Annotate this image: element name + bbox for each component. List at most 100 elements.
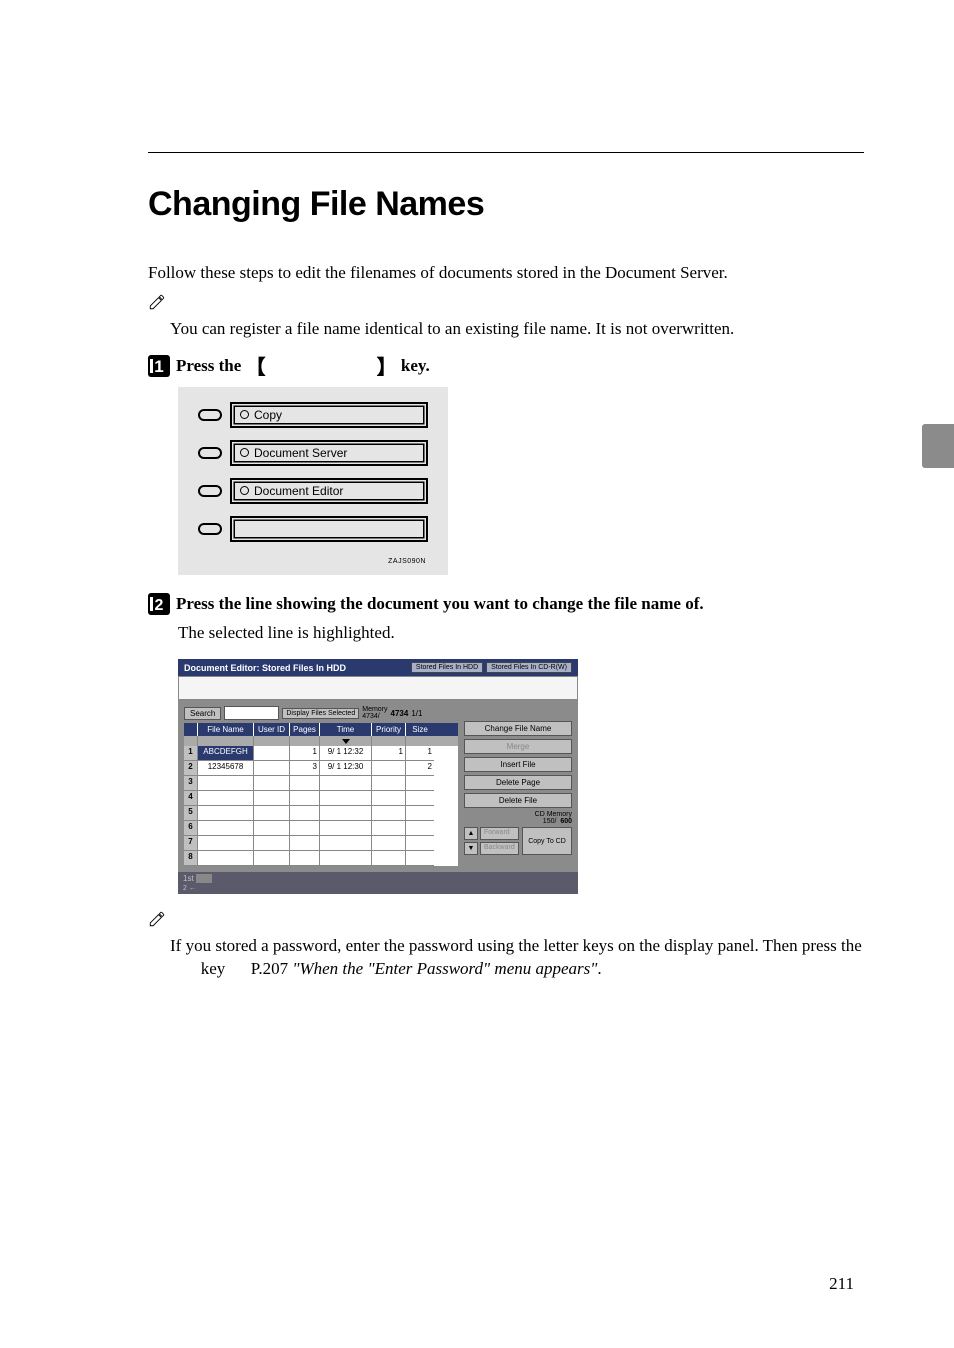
copy-button: Copy (230, 402, 428, 428)
display-selected-button[interactable]: Display Files Selected (282, 708, 359, 719)
intro-text: Follow these steps to edit the filenames… (148, 262, 864, 285)
screen-tabs: Stored Files In HDD Stored Files In CD-R… (411, 662, 572, 673)
empty-button (230, 516, 428, 542)
step-1-suffix: key. (397, 356, 430, 375)
screen-titlebar: Document Editor: Stored Files In HDD Sto… (178, 659, 578, 676)
screen-right-panel: Change File Name Merge Insert File Delet… (464, 706, 572, 866)
forward-button[interactable]: Forward (480, 827, 519, 840)
screen-blank-area (178, 676, 578, 700)
table-row[interactable]: 5 (184, 806, 458, 821)
down-arrow-icon[interactable]: ▼ (464, 842, 478, 855)
col-user-header: User ID (254, 723, 290, 736)
indicator-bar (196, 874, 212, 883)
step-2-subtext: The selected line is highlighted. (178, 623, 864, 643)
step-2-text: Press the line showing the document you … (176, 593, 704, 615)
screen-title: Document Editor: Stored Files In HDD (184, 663, 346, 673)
col-priority-header: Priority (372, 723, 406, 736)
bracket-open: 【 (246, 357, 266, 377)
pencil-icon (148, 293, 864, 316)
tab-cdrw[interactable]: Stored Files In CD-R(W) (486, 662, 572, 673)
screenshot-figure: Document Editor: Stored Files In HDD Sto… (178, 659, 578, 894)
bracket-close: 】 (377, 357, 397, 377)
search-input[interactable] (224, 706, 279, 720)
memory-label: Memory (362, 706, 387, 713)
ref-page: P.207 (251, 959, 293, 978)
circle-icon (240, 486, 249, 495)
indicator-text: 1st (183, 874, 194, 883)
document-editor-button: Document Editor (230, 478, 428, 504)
table-row[interactable]: 7 (184, 836, 458, 851)
note-text: You can register a file name identical t… (170, 318, 864, 341)
merge-button[interactable]: Merge (464, 739, 572, 754)
memory-total: 4734 (391, 709, 409, 718)
svg-text:2: 2 (155, 597, 164, 614)
delete-page-button[interactable]: Delete Page (464, 775, 572, 790)
note2-text: If you stored a password, enter the pass… (170, 935, 864, 981)
oval-button-icon (198, 409, 222, 421)
col-name-header: File Name (198, 723, 254, 736)
page-number: 211 (829, 1274, 854, 1294)
col-time-header: Time (320, 723, 372, 736)
step-2: 2 Press the line showing the document yo… (148, 593, 864, 615)
button-row-empty (198, 516, 428, 542)
insert-file-button[interactable]: Insert File (464, 757, 572, 772)
period: . (597, 959, 601, 978)
copy-to-cd-button[interactable]: Copy To CD (522, 827, 572, 855)
button-row-docserver: Document Server (198, 440, 428, 466)
screen-left-panel: Search Display Files Selected Memory 473… (184, 706, 458, 866)
cd-memory-total: 600 (560, 818, 572, 825)
doceditor-label: Document Editor (254, 484, 343, 498)
table-row[interactable]: 3 (184, 776, 458, 791)
button-panel-figure: Copy Document Server Document Editor ZAJ… (178, 387, 448, 575)
table-row[interactable]: 8 (184, 851, 458, 866)
note2-part2: key (196, 959, 229, 978)
memory-indicator: Memory 4734/ (362, 706, 387, 720)
memory-val: 4734/ (362, 713, 380, 720)
side-tab (922, 424, 954, 468)
note2-part1: If you stored a password, enter the pass… (170, 936, 862, 955)
table-header: File Name User ID Pages Time Priority Si… (184, 723, 458, 736)
search-row: Search Display Files Selected Memory 473… (184, 706, 458, 720)
search-button[interactable]: Search (184, 707, 221, 720)
change-file-name-button[interactable]: Change File Name (464, 721, 572, 736)
button-row-copy: Copy (198, 402, 428, 428)
step-number-2-icon: 2 (148, 593, 170, 615)
figure-code: ZAJS090N (198, 554, 428, 565)
circle-icon (240, 448, 249, 457)
col-size-header: Size (406, 723, 434, 736)
page-content: Changing File Names Follow these steps t… (0, 0, 954, 981)
bottom-indicator: 1st 2 ← (178, 872, 578, 894)
table-row[interactable]: 6 (184, 821, 458, 836)
step-number-1-icon: 1 (148, 355, 170, 377)
table-row[interactable]: 1ABCDEFGH19/ 1 12:3211 (184, 746, 458, 761)
col-pages-header: Pages (290, 723, 320, 736)
step-1: 1 Press the 【Document Editor】 key. (148, 355, 864, 377)
step-1-text: Press the 【Document Editor】 key. (176, 355, 430, 377)
tab-hdd[interactable]: Stored Files In HDD (411, 662, 483, 673)
delete-file-button[interactable]: Delete File (464, 793, 572, 808)
col-num-header (184, 723, 198, 736)
oval-button-icon (198, 485, 222, 497)
page-indicator: 1/1 (411, 709, 422, 718)
oval-button-icon (198, 523, 222, 535)
button-row-doceditor: Document Editor (198, 478, 428, 504)
step-1-prefix: Press the (176, 356, 246, 375)
up-arrow-icon[interactable]: ▲ (464, 827, 478, 840)
header-divider (148, 152, 864, 153)
table-row[interactable]: 21234567839/ 1 12:302 (184, 761, 458, 776)
cd-memory-val: 150/ (543, 818, 557, 825)
pencil-icon (148, 910, 864, 933)
nav-forward-row: ▲ Forward (464, 827, 519, 840)
cd-memory-label: CD Memory (535, 811, 572, 818)
table-row[interactable]: 4 (184, 791, 458, 806)
cd-memory-indicator: CD Memory 150/ 600 (464, 811, 572, 825)
docserver-label: Document Server (254, 446, 347, 460)
table-sort-row (184, 736, 458, 746)
ref-title: "When the "Enter Password" menu appears" (292, 959, 597, 978)
sort-arrow-icon[interactable] (342, 739, 350, 744)
svg-text:1: 1 (154, 357, 163, 376)
backward-button[interactable]: Backward (480, 842, 519, 855)
circle-icon (240, 410, 249, 419)
table-rows: 1ABCDEFGH19/ 1 12:321121234567839/ 1 12:… (184, 746, 458, 866)
document-server-button: Document Server (230, 440, 428, 466)
